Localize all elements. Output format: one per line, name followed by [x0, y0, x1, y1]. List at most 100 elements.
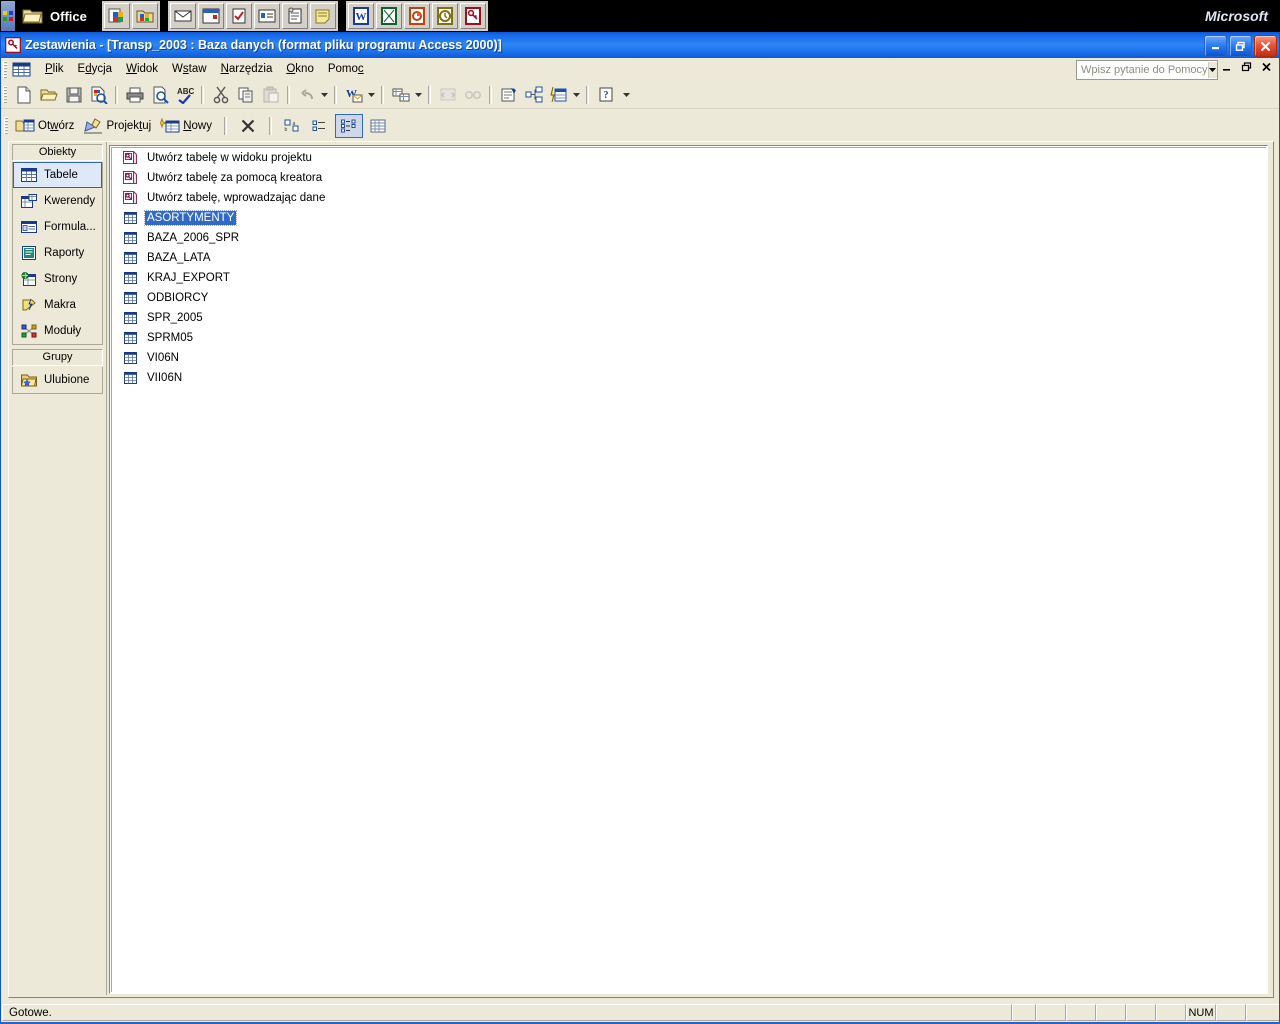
list-item[interactable]: Utwórz tabelę w widoku projektu — [112, 148, 1266, 168]
table-list-item-label: SPR_2005 — [147, 312, 203, 324]
list-item[interactable]: Utwórz tabelę za pomocą kreatora — [112, 168, 1266, 188]
view-small-icons-button[interactable] — [307, 115, 333, 137]
restore-button[interactable] — [1229, 35, 1252, 57]
office-bar-grip[interactable] — [1, 1, 15, 31]
open-object-button[interactable]: Otwórz — [13, 115, 79, 137]
sidebar-item-raporty[interactable]: Raporty — [13, 240, 102, 266]
toolbar-separator — [201, 85, 204, 104]
note-icon[interactable] — [309, 3, 336, 29]
print-preview-button[interactable] — [148, 84, 171, 106]
table-list-item[interactable]: VII06N — [112, 368, 1266, 388]
mdi-minimize-button[interactable] — [1221, 61, 1235, 75]
view-large-icons-button[interactable]: ab — [279, 115, 305, 137]
table-list-item[interactable]: BAZA_2006_SPR — [112, 228, 1266, 248]
sidebar-item-strony[interactable]: Strony — [13, 266, 102, 292]
toolbar-grip[interactable] — [3, 86, 7, 103]
excel-icon[interactable] — [375, 3, 402, 29]
open-office-document-icon[interactable] — [131, 3, 158, 29]
print-button[interactable] — [123, 84, 146, 106]
journal-icon[interactable] — [281, 3, 308, 29]
objects-list: Tabele Kwerendy Formula... Raporty Stron… — [12, 162, 103, 345]
window-title: Zestawienia - [Transp_2003 : Baza danych… — [25, 38, 502, 52]
sidebar-item-formularze[interactable]: Formula... — [13, 214, 102, 240]
design-object-button[interactable]: Projektuj — [81, 115, 156, 137]
close-button[interactable] — [1254, 35, 1277, 57]
menu-okno[interactable]: Okno — [279, 60, 321, 79]
new-object-relationships-button[interactable] — [522, 84, 545, 106]
mdi-restore-button[interactable] — [1241, 61, 1255, 75]
status-cell-num: NUM — [1186, 1004, 1216, 1021]
undo-dropdown-icon[interactable] — [319, 84, 330, 106]
analyze-dropdown-icon[interactable] — [413, 84, 424, 106]
office-logo-icon — [3, 11, 13, 21]
objects-list-pane[interactable]: Utwórz tabelę w widoku projektu Utwórz t… — [109, 145, 1268, 994]
access-icon[interactable] — [459, 3, 486, 29]
paste-button[interactable] — [259, 84, 282, 106]
objects-header: Obiekty — [12, 144, 103, 161]
menu-widok[interactable]: Widok — [119, 60, 165, 79]
office-menu-button[interactable]: Office — [19, 2, 95, 30]
table-list-item-label: SPRM05 — [147, 332, 194, 344]
new-object-button-db[interactable]: Nowy — [158, 115, 217, 137]
menu-narzedzia[interactable]: Narzędzia — [214, 60, 280, 79]
code-button[interactable] — [436, 84, 459, 106]
folder-icon — [22, 9, 43, 24]
table-list-item[interactable]: KRAJ_EXPORT — [112, 268, 1266, 288]
toolbar-overflow-icon[interactable] — [621, 84, 632, 106]
table-list-item[interactable]: BAZA_LATA — [112, 248, 1266, 268]
menubar: PPliklik Edycja Widok Wstaw Narzędzia Ok… — [0, 58, 1280, 82]
new-object-button[interactable] — [547, 84, 570, 106]
analyze-button[interactable] — [389, 84, 412, 106]
table-list-item[interactable]: SPR_2005 — [112, 308, 1266, 328]
properties-button[interactable] — [497, 84, 520, 106]
mail-icon[interactable] — [169, 3, 196, 29]
sidebar-item-kwerendy[interactable]: Kwerendy — [13, 188, 102, 214]
spelling-button[interactable]: ABC — [173, 84, 196, 106]
view-details-button[interactable] — [365, 115, 391, 137]
sidebar-item-moduly[interactable]: Moduły — [13, 318, 102, 344]
table-list-item[interactable]: ODBIORCY — [112, 288, 1266, 308]
copy-button[interactable] — [234, 84, 257, 106]
menu-plik[interactable]: PPliklik — [38, 60, 71, 79]
save-button[interactable] — [62, 84, 85, 106]
open-button[interactable] — [37, 84, 60, 106]
new-office-document-icon[interactable] — [103, 3, 130, 29]
task-icon[interactable] — [225, 3, 252, 29]
contact-icon[interactable] — [253, 3, 280, 29]
groups-list: Ulubione — [12, 367, 103, 394]
help-button[interactable]: ? — [594, 84, 617, 106]
menu-edycja[interactable]: Edycja — [71, 60, 120, 79]
powerpoint-icon[interactable] — [403, 3, 430, 29]
sidebar-item-makra[interactable]: Makra — [13, 292, 102, 318]
db-toolbar-grip[interactable] — [4, 117, 8, 134]
sidebar-item-tabele[interactable]: Tabele — [13, 162, 102, 188]
new-object-icon — [160, 116, 180, 135]
table-icon — [120, 212, 140, 224]
office-links-dropdown-icon[interactable] — [366, 84, 377, 106]
minimize-button[interactable] — [1204, 35, 1227, 57]
search-file-button[interactable] — [87, 84, 110, 106]
calendar-icon[interactable] — [197, 3, 224, 29]
relationships-button[interactable] — [461, 84, 484, 106]
office-links-button[interactable]: W — [342, 84, 365, 106]
window-left-edge — [0, 32, 1, 1022]
table-list-item[interactable]: ASORTYMENTY — [112, 208, 1266, 228]
menubar-grip[interactable] — [3, 61, 7, 78]
mdi-close-button[interactable] — [1261, 61, 1275, 75]
list-item[interactable]: Utwórz tabelę, wprowadzając dane — [112, 188, 1266, 208]
chevron-down-icon[interactable] — [1207, 62, 1217, 78]
delete-object-button[interactable] — [234, 115, 262, 137]
table-list-item[interactable]: SPRM05 — [112, 328, 1266, 348]
new-object-dropdown-icon[interactable] — [571, 84, 582, 106]
menu-wstaw[interactable]: Wstaw — [165, 60, 214, 79]
ask-a-question-box[interactable]: Wpisz pytanie do Pomocy — [1076, 60, 1218, 80]
table-list-item[interactable]: VI06N — [112, 348, 1266, 368]
cut-button[interactable] — [209, 84, 232, 106]
undo-button[interactable] — [295, 84, 318, 106]
group-item-ulubione[interactable]: Ulubione — [13, 367, 102, 393]
menu-pomoc[interactable]: Pomoc — [321, 60, 371, 79]
word-icon[interactable]: W — [347, 3, 374, 29]
view-list-button[interactable] — [334, 113, 363, 138]
new-button[interactable] — [12, 84, 35, 106]
outlook-icon[interactable] — [431, 3, 458, 29]
